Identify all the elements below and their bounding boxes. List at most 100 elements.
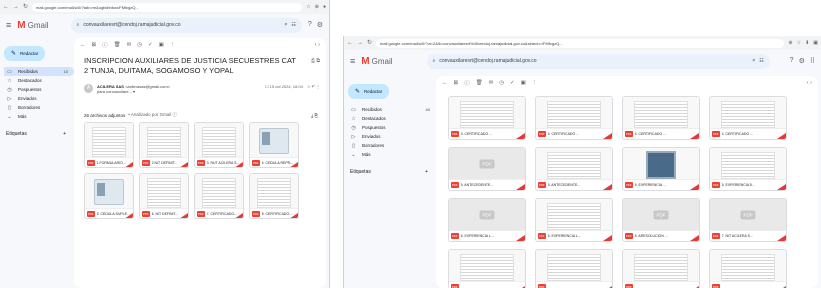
attachment-tile[interactable]: PDF5. ANTECEDENTE... bbox=[448, 147, 526, 191]
attachment-tile[interactable]: PDF5. ANTECEDENTE... bbox=[535, 147, 613, 191]
move-to-icon[interactable]: ▣ bbox=[159, 42, 164, 48]
attachment-name: 5. ANTECEDENTE... bbox=[460, 183, 494, 187]
help-icon[interactable]: ? bbox=[790, 57, 794, 65]
reload-icon[interactable]: ↻ bbox=[367, 40, 372, 46]
attachment-tile[interactable]: PDF 6. EXPERIENCIA ... bbox=[622, 147, 700, 191]
sidebar-item-more[interactable]: ⌄ Más bbox=[4, 112, 74, 121]
attachment-tile[interactable]: PDF 4. CEDULA REPR... bbox=[249, 122, 299, 168]
clear-search-icon[interactable]: × bbox=[752, 58, 755, 64]
extension-icon[interactable]: ⊕ bbox=[315, 4, 319, 10]
translate-icon[interactable]: ⊕ bbox=[788, 40, 792, 46]
attachment-tile[interactable]: PDF bbox=[622, 249, 700, 288]
move-to-icon[interactable]: ▣ bbox=[521, 80, 526, 86]
sidebar-item-sent[interactable]: ▷ Enviados bbox=[348, 132, 436, 141]
sidebar-item-snoozed[interactable]: ◷ Pospuestos bbox=[4, 85, 74, 94]
attachment-tile[interactable]: PDF 5. CEDULA SUPLE... bbox=[84, 173, 134, 219]
add-task-icon[interactable]: ✓ bbox=[148, 42, 153, 48]
back-icon[interactable]: ← bbox=[3, 4, 9, 10]
sidebar-item-drafts[interactable]: ▯ Borradores bbox=[348, 141, 436, 150]
attachment-tile[interactable]: PDF 3. CERTIFICADO ... bbox=[448, 96, 526, 140]
attachment-tile[interactable]: PDF 4. CERTIFICADO ... bbox=[535, 96, 613, 140]
search-bar[interactable]: ⌕ convauxilaresrt@cendoj.ramajudicial.go… bbox=[70, 17, 302, 33]
search-options-icon[interactable]: ☷ bbox=[759, 58, 763, 64]
settings-icon[interactable]: ⚙ bbox=[317, 21, 323, 29]
menu-icon[interactable]: ≡ bbox=[350, 56, 355, 66]
back-icon[interactable]: ← bbox=[80, 42, 86, 48]
attachment-tile[interactable]: PDF 3. RUT ACILERA S... bbox=[194, 122, 244, 168]
attachment-tile[interactable]: PDF7. NIT ACILERA S... bbox=[709, 198, 787, 242]
compose-button[interactable]: ✎ Redactar bbox=[348, 84, 390, 99]
add-label-icon[interactable]: + bbox=[425, 169, 428, 175]
attachment-tile[interactable]: PDF bbox=[709, 249, 787, 288]
sidebar-item-more[interactable]: ⌄ Más bbox=[348, 150, 436, 159]
report-spam-icon[interactable]: ⓘ bbox=[464, 79, 470, 87]
mark-unread-icon[interactable]: ✉ bbox=[127, 42, 132, 48]
pager-arrows[interactable]: ‹ › bbox=[807, 80, 812, 86]
help-icon[interactable]: ? bbox=[308, 21, 312, 29]
add-label-icon[interactable]: + bbox=[63, 131, 66, 137]
attachment-tile[interactable]: PDF 7. CERTIFICADO... bbox=[194, 173, 244, 219]
menu-icon[interactable]: ≡ bbox=[6, 20, 11, 30]
more-icon[interactable]: ⋮ bbox=[170, 42, 176, 48]
attachment-tile[interactable]: PDF6. EXPERIENCIA L... bbox=[535, 198, 613, 242]
recipient-toggle[interactable]: para convauxilare... ▾ bbox=[97, 89, 135, 94]
attachment-tile[interactable]: PDF 4. CERTIFICADO ... bbox=[709, 96, 787, 140]
delete-icon[interactable]: 🗑 bbox=[476, 80, 483, 86]
sidebar-item-snoozed[interactable]: ◷ Pospuestos bbox=[348, 123, 436, 132]
attachment-tile[interactable]: PDF 8. CERTIFICADO... bbox=[249, 173, 299, 219]
report-spam-icon[interactable]: ⓘ bbox=[102, 41, 108, 49]
attachment-tile[interactable]: PDF 4. CERTIFICADO ... bbox=[622, 96, 700, 140]
back-icon[interactable]: ← bbox=[442, 80, 448, 86]
gmail-logo[interactable]: M Gmail bbox=[17, 20, 48, 31]
reload-icon[interactable]: ↻ bbox=[23, 4, 28, 10]
more-icon[interactable]: ⋮ bbox=[532, 80, 538, 86]
search-input[interactable]: convauxilaresrt@cendoj.ramajudicial.gov.… bbox=[83, 22, 280, 28]
search-icon[interactable]: ⌕ bbox=[77, 22, 80, 28]
profile-icon[interactable]: ● bbox=[323, 4, 326, 10]
search-input[interactable]: convauxilaresrt@cendoj.ramajudicial.gov.… bbox=[439, 58, 748, 64]
sidebar-item-starred[interactable]: ☆ Destacados bbox=[4, 76, 74, 85]
attachment-tile[interactable]: PDF 1.FORMULARIO... bbox=[84, 122, 134, 168]
star-icon[interactable]: ☆ bbox=[797, 40, 801, 46]
attachment-tile[interactable]: PDF bbox=[448, 249, 526, 288]
attachment-tile[interactable]: PDF 2.NIT DEFINIT... bbox=[139, 122, 189, 168]
download-all-icon[interactable]: ⤓ ⎘ bbox=[311, 113, 318, 118]
archive-icon[interactable]: ⊠ bbox=[454, 80, 459, 86]
clear-search-icon[interactable]: × bbox=[284, 22, 287, 28]
apps-icon[interactable]: ⠿ bbox=[810, 57, 815, 65]
forward-icon[interactable]: → bbox=[13, 4, 19, 10]
download-icon[interactable]: ⬇ bbox=[805, 40, 809, 46]
url-field[interactable]: mail.google.com/mail/u/0/?ui=2&ik=convau… bbox=[376, 38, 785, 48]
back-icon[interactable]: ← bbox=[347, 40, 353, 46]
search-bar[interactable]: ⌕ convauxilaresrt@cendoj.ramajudicial.go… bbox=[426, 53, 770, 69]
snooze-icon[interactable]: ◷ bbox=[499, 80, 504, 86]
print-icon[interactable]: ⎙ ⧉ bbox=[311, 56, 320, 66]
avatar[interactable]: A bbox=[84, 84, 93, 93]
archive-icon[interactable]: ⊠ bbox=[92, 42, 97, 48]
sidebar-item-inbox[interactable]: ▭ Recibidos 40 bbox=[348, 105, 436, 114]
sidebar-item-inbox[interactable]: ▭ Recibidos 10 bbox=[4, 67, 74, 76]
attachment-tile[interactable]: PDF6. EXPERIENCIA L... bbox=[448, 198, 526, 242]
gmail-logo[interactable]: M Gmail bbox=[361, 56, 392, 67]
search-options-icon[interactable]: ☷ bbox=[291, 22, 295, 28]
sidebar-item-drafts[interactable]: ▯ Borradores bbox=[4, 103, 74, 112]
compose-button[interactable]: ✎ Redactar bbox=[4, 46, 46, 61]
sidebar-item-starred[interactable]: ☆ Destacados bbox=[348, 114, 436, 123]
mark-unread-icon[interactable]: ✉ bbox=[489, 80, 494, 86]
attachment-tile[interactable]: PDF 6. EXPERIENCIA 5... bbox=[709, 147, 787, 191]
attachment-tile[interactable]: PDF bbox=[535, 249, 613, 288]
forward-icon[interactable]: → bbox=[357, 40, 363, 46]
add-task-icon[interactable]: ✓ bbox=[510, 80, 515, 86]
attachment-tile[interactable]: PDF5. ARESOLUCION ... bbox=[622, 198, 700, 242]
star-icon[interactable]: ☆ bbox=[306, 4, 310, 10]
sidebar-item-sent[interactable]: ▷ Enviados bbox=[4, 94, 74, 103]
search-icon[interactable]: ⌕ bbox=[433, 58, 436, 64]
snooze-icon[interactable]: ◷ bbox=[137, 42, 142, 48]
sidebar-toggle-icon[interactable]: ▣ bbox=[813, 40, 818, 46]
delete-icon[interactable]: 🗑 bbox=[114, 42, 121, 48]
message-actions[interactable]: ☆ ↶ ⋮ bbox=[307, 84, 320, 89]
pager-arrows[interactable]: ‹ › bbox=[315, 42, 320, 48]
url-field[interactable]: mail.google.com/mail/u/0/?tab=rm&ogbl#in… bbox=[32, 2, 303, 12]
settings-icon[interactable]: ⚙ bbox=[799, 57, 805, 65]
attachment-tile[interactable]: PDF 6. NIT DEFINIT... bbox=[139, 173, 189, 219]
